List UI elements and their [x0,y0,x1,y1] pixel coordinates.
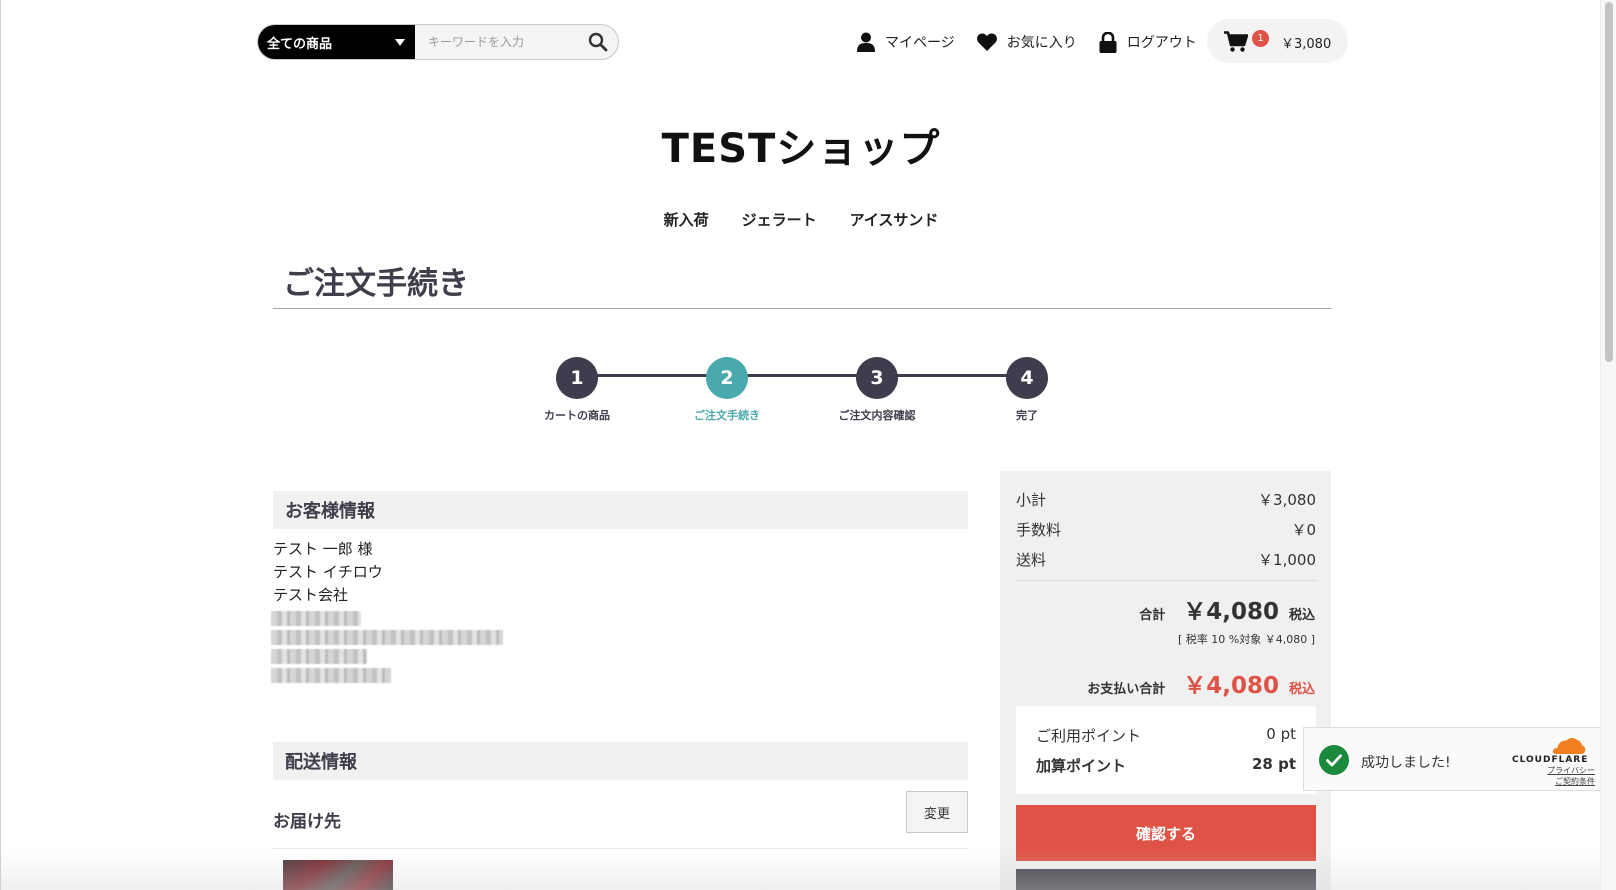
redacted-postal-code [271,611,361,626]
payment-total-label: お支払い合計 [1087,682,1166,697]
used-points-label: ご利用ポイント [1036,727,1142,745]
nav-item-new-arrivals[interactable]: 新入荷 [664,209,709,230]
step-progress-line [576,374,1027,377]
change-address-button[interactable]: 変更 [906,791,968,833]
used-points-row: ご利用ポイント 0 pt [1036,725,1296,746]
category-select-value: 全ての商品 [267,36,333,52]
divider [1016,580,1316,581]
favorites-link[interactable]: お気に入り [976,32,1077,52]
step-number: 2 [706,357,748,399]
added-points-row: 加算ポイント 28 pt [1036,755,1296,776]
search-bar: 全ての商品 [257,24,619,60]
mypage-link[interactable]: マイページ [857,32,955,52]
fee-row: 手数料 ￥0 [1016,519,1316,540]
favorites-label: お気に入り [1006,35,1077,51]
step-checkout: 2 ご注文手続き [667,357,787,423]
delivery-destination-row: お届け先 変更 [273,791,968,849]
step-complete: 4 完了 [967,357,1087,423]
points-box: ご利用ポイント 0 pt 加算ポイント 28 pt [1016,706,1316,794]
step-number: 4 [1006,357,1048,399]
fee-label: 手数料 [1016,521,1062,539]
product-image [283,860,393,890]
shipping-fee-value: ￥1,000 [1258,551,1316,569]
success-check-icon [1319,745,1349,775]
search-input[interactable] [415,25,578,59]
search-icon [588,32,608,52]
cart-icon [1224,30,1248,52]
bottom-fade [1,850,1601,890]
delivery-destination-label: お届け先 [273,812,341,832]
nav-item-gelato[interactable]: ジェラート [742,209,817,230]
terms-link[interactable]: ご契約条件 [1537,776,1595,787]
step-number: 1 [556,357,598,399]
redacted-email [271,668,391,683]
page: 全ての商品 マイページ お気に入り [0,0,1616,890]
subtotal-value: ￥3,080 [1258,491,1316,509]
total-value: ￥4,080 [1183,599,1279,625]
payment-total-row: お支払い合計 ￥4,080 税込 [1087,666,1315,700]
added-points-label: 加算ポイント [1036,757,1127,775]
shop-logo-title[interactable]: TESTショップ [1,116,1601,174]
used-points-value: 0 pt [1266,725,1296,743]
page-title: ご注文手続き [283,266,469,302]
step-confirm: 3 ご注文内容確認 [817,357,937,423]
step-label: ご注文手続き [694,409,760,422]
subtotal-label: 小計 [1016,491,1047,509]
cloudflare-links: プライバシー ご契約条件 [1537,765,1595,787]
customer-info-heading: お客様情報 [273,491,968,529]
customer-kana: テスト イチロウ [273,563,383,581]
step-label: カートの商品 [544,409,610,422]
tax-note: [ 税率 10 %対象 ￥4,080 ] [1177,633,1315,646]
header-links: マイページ お気に入り ログアウト [857,28,1219,56]
mypage-label: マイページ [885,35,955,51]
customer-name: テスト 一郎 様 [273,540,373,558]
cloudflare-widget: 成功しました! CLOUDFLARE プライバシー ご契約条件 [1303,727,1602,791]
privacy-link[interactable]: プライバシー [1537,765,1595,776]
category-nav: 新入荷 ジェラート アイスサンド [1,209,1601,230]
total-label: 合計 [1139,608,1166,623]
customer-company: テスト会社 [273,586,349,604]
customer-info: テスト 一郎 様 テスト イチロウ テスト会社 [271,538,503,687]
cloudflare-cloud-icon [1552,737,1586,754]
cloudflare-success-message: 成功しました! [1361,755,1451,771]
fee-value: ￥0 [1291,521,1316,539]
cart-button[interactable]: 1 ￥3,080 [1207,19,1348,63]
tax-included-label: 税込 [1288,682,1315,697]
order-summary: 小計 ￥3,080 手数料 ￥0 送料 ￥1,000 合計 ￥4,080 税込 … [1000,471,1331,890]
user-icon [857,32,875,52]
search-button[interactable] [578,25,618,59]
cloudflare-logo: CLOUDFLARE [1512,755,1589,765]
subtotal-row: 小計 ￥3,080 [1016,489,1316,510]
lock-icon [1099,31,1117,53]
nav-item-ice-sand[interactable]: アイスサンド [850,209,939,230]
shipping-fee-row: 送料 ￥1,000 [1016,549,1316,570]
step-label: 完了 [1016,409,1038,422]
shipping-fee-label: 送料 [1016,551,1047,569]
redacted-address [271,630,503,645]
divider [273,308,1331,309]
chevron-down-icon [395,39,405,46]
back-button[interactable] [1016,869,1316,890]
step-cart: 1 カートの商品 [517,357,637,423]
cart-count-badge: 1 [1252,30,1269,47]
payment-total-value: ￥4,080 [1183,673,1279,699]
logout-label: ログアウト [1126,35,1197,51]
total-row: 合計 ￥4,080 税込 [1139,592,1315,626]
category-select[interactable]: 全ての商品 [258,25,415,59]
step-number: 3 [856,357,898,399]
logout-link[interactable]: ログアウト [1099,31,1197,53]
heart-icon [976,33,997,51]
confirm-button[interactable]: 確認する [1016,805,1316,861]
vertical-scrollbar[interactable] [1600,0,1616,890]
redacted-phone [271,649,367,664]
added-points-value: 28 pt [1251,755,1296,773]
shipping-info-heading: 配送情報 [273,742,968,780]
tax-included-label: 税込 [1288,608,1315,623]
step-label: ご注文内容確認 [838,409,916,422]
cart-total: ￥3,080 [1281,37,1332,52]
scrollbar-thumb[interactable] [1605,2,1613,362]
